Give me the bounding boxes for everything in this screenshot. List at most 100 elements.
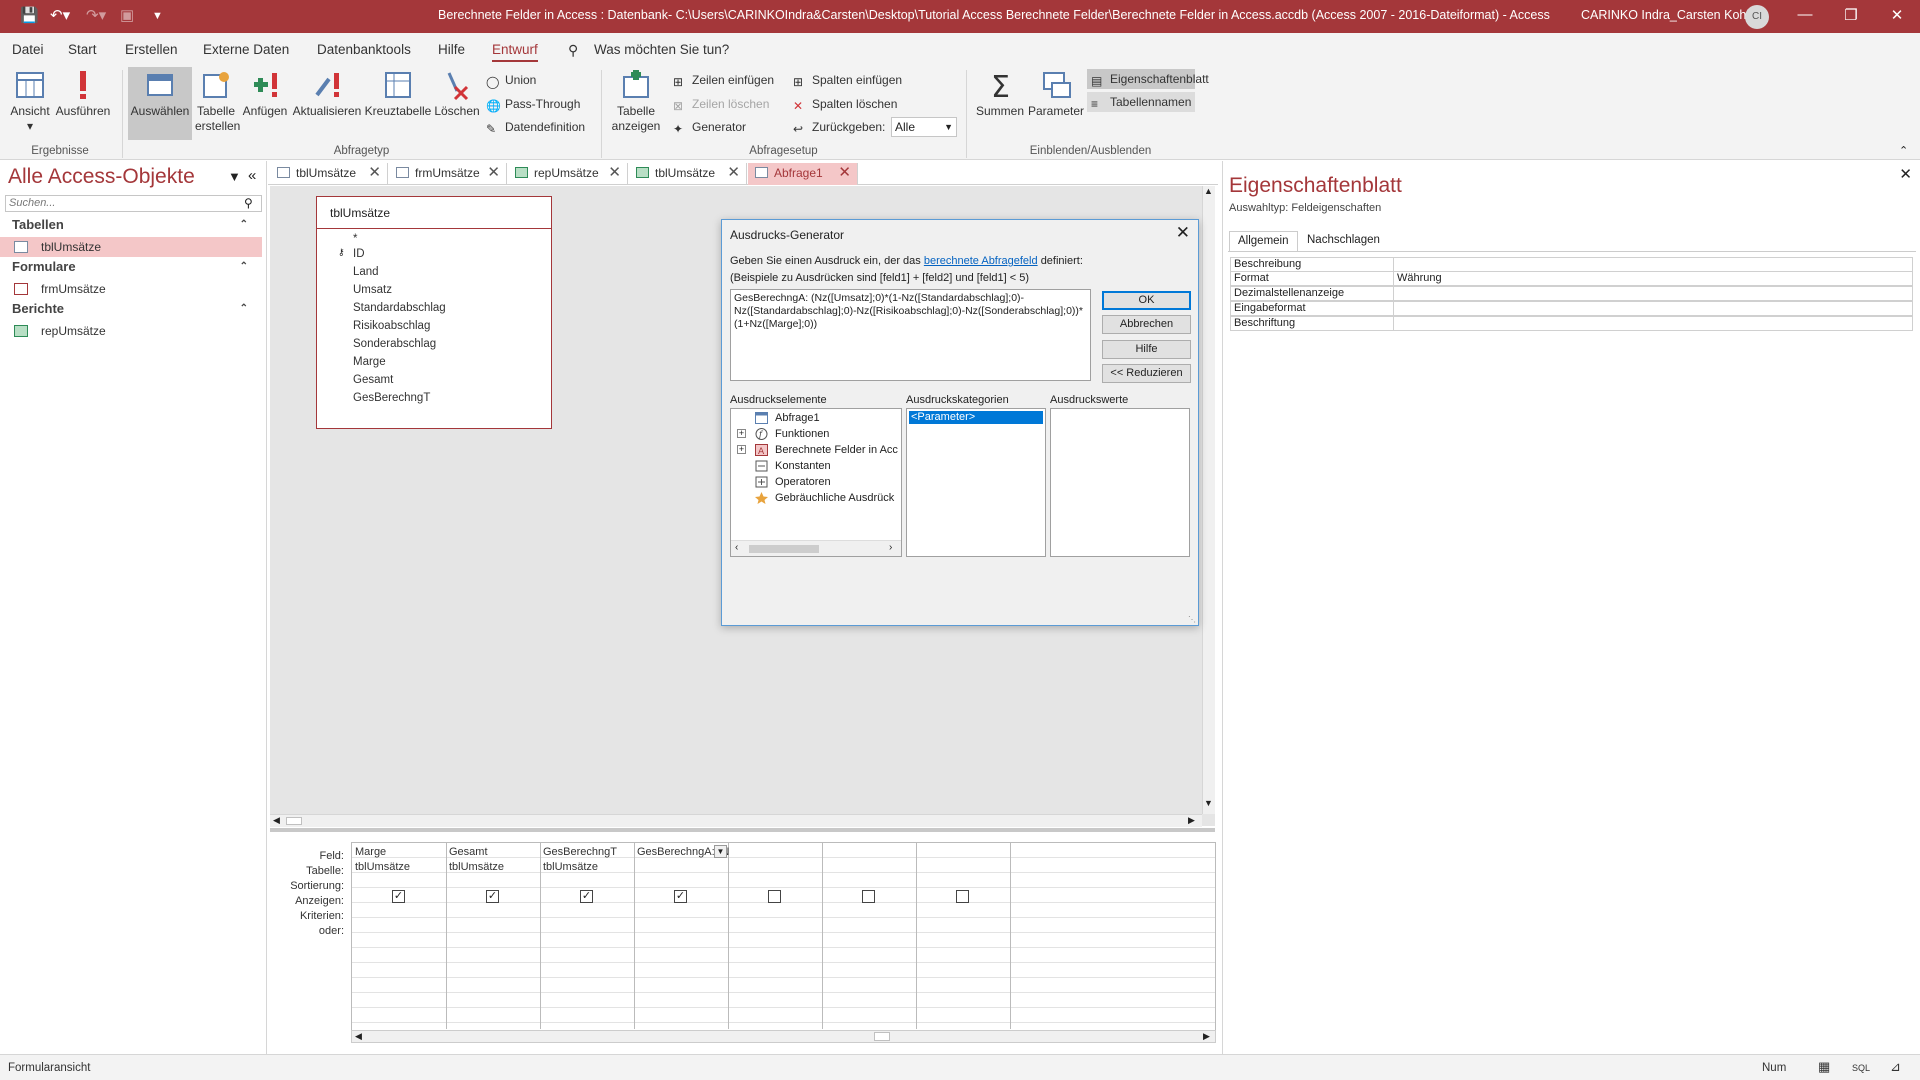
calculated-field-link[interactable]: berechnete Abfragefeld xyxy=(924,255,1038,267)
zurueckgeben-select[interactable]: Alle ▼ xyxy=(891,117,957,137)
values-list[interactable] xyxy=(1050,408,1190,557)
reduzieren-button[interactable]: << Reduzieren xyxy=(1102,364,1191,383)
tab-externe-daten[interactable]: Externe Daten xyxy=(203,42,289,57)
scroll-up-icon[interactable]: ▲ xyxy=(1204,186,1213,196)
grid-cell-field[interactable]: Marge xyxy=(355,846,386,858)
nav-section-tabellen[interactable]: Tabellen ⌃ xyxy=(0,215,262,235)
doc-tab-repumsaetze[interactable]: repUmsätze ✕ xyxy=(508,163,628,185)
ok-button[interactable]: OK xyxy=(1102,291,1191,310)
show-checkbox[interactable] xyxy=(956,890,969,903)
close-dialog-icon[interactable]: ✕ xyxy=(1176,223,1190,243)
close-tab-icon[interactable]: ✕ xyxy=(727,163,740,183)
grid-cell-table[interactable]: tblUmsätze xyxy=(355,861,410,873)
show-checkbox[interactable] xyxy=(862,890,875,903)
chevron-down-icon[interactable]: ▼ xyxy=(714,845,727,858)
doc-tab-frmumsaetze[interactable]: frmUmsätze ✕ xyxy=(389,163,507,185)
resize-grip-icon[interactable]: ⋱ xyxy=(1188,615,1196,624)
nav-section-formulare[interactable]: Formulare ⌃ xyxy=(0,257,262,277)
field-gesamt[interactable]: Gesamt xyxy=(353,374,393,386)
close-tab-icon[interactable]: ✕ xyxy=(838,163,851,183)
scroll-right-icon[interactable]: ▶ xyxy=(1203,1031,1210,1042)
tab-start[interactable]: Start xyxy=(68,42,97,57)
scroll-right-icon[interactable]: › xyxy=(889,542,892,553)
generator-button[interactable]: ✦ Generator xyxy=(673,119,746,136)
tab-datei[interactable]: Datei xyxy=(12,42,44,57)
save-icon[interactable]: 💾 xyxy=(20,6,39,26)
search-icon[interactable]: ⚲ xyxy=(244,196,253,210)
elements-tree[interactable]: Abfrage1 + f Funktionen + A Berechnete F… xyxy=(730,408,902,557)
grid-cell-table[interactable]: tblUmsätze xyxy=(449,861,504,873)
datasheet-view-icon[interactable]: ▦ xyxy=(1818,1059,1830,1075)
union-button[interactable]: ◯ Union xyxy=(486,72,536,89)
field-all[interactable]: * xyxy=(353,233,357,245)
field-land[interactable]: Land xyxy=(353,266,379,278)
grid-horizontal-scrollbar[interactable]: ◀ ▶ xyxy=(351,1030,1216,1043)
hilfe-button[interactable]: Hilfe xyxy=(1102,340,1191,359)
doc-tab-abfrage1[interactable]: Abfrage1 ✕ xyxy=(748,163,858,185)
nav-menu-icon[interactable]: ▼ xyxy=(228,169,241,184)
nav-section-berichte[interactable]: Berichte ⌃ xyxy=(0,299,262,319)
grid-cell-field[interactable]: Gesamt xyxy=(449,846,488,858)
scroll-thumb[interactable] xyxy=(749,545,819,553)
field-marge[interactable]: Marge xyxy=(353,356,386,368)
tabellennamen-button[interactable]: ≡ Tabellennamen xyxy=(1087,92,1195,112)
collapse-ribbon-icon[interactable]: ⌃ xyxy=(1899,144,1908,157)
pass-through-button[interactable]: 🌐 Pass-Through xyxy=(486,96,580,113)
tree-item-database[interactable]: Berechnete Felder in Acc xyxy=(775,444,898,456)
field-id[interactable]: ID xyxy=(353,248,365,260)
tab-hilfe[interactable]: Hilfe xyxy=(438,42,465,57)
datendefinition-button[interactable]: ✎ Datendefinition xyxy=(486,119,585,136)
redo-icon[interactable]: ↷▾ xyxy=(86,6,106,26)
quick-print-icon[interactable]: ▣ xyxy=(120,6,134,26)
show-checkbox[interactable]: ✓ xyxy=(674,890,687,903)
property-row-beschreibung[interactable]: Beschreibung xyxy=(1230,257,1913,272)
scroll-thumb[interactable] xyxy=(286,817,302,825)
show-checkbox[interactable]: ✓ xyxy=(580,890,593,903)
ausfuehren-button[interactable]: Ausführen xyxy=(55,69,111,119)
spalten-loeschen-button[interactable]: ✕ Spalten löschen xyxy=(793,96,897,113)
tree-item-gebraeuchliche-ausdruecke[interactable]: Gebräuchliche Ausdrück xyxy=(775,492,894,504)
doc-tab-tblumsaetze-2[interactable]: tblUmsätze ✕ xyxy=(629,163,747,185)
undo-icon[interactable]: ↶▾ xyxy=(50,6,70,26)
tab-erstellen[interactable]: Erstellen xyxy=(125,42,178,57)
field-sonderabschlag[interactable]: Sonderabschlag xyxy=(353,338,436,350)
show-checkbox[interactable]: ✓ xyxy=(392,890,405,903)
close-tab-icon[interactable]: ✕ xyxy=(608,163,621,183)
doc-tab-tblumsaetze[interactable]: tblUmsätze ✕ xyxy=(270,163,388,185)
tree-item-konstanten[interactable]: Konstanten xyxy=(775,460,831,472)
field-list-title[interactable]: tblUmsätze xyxy=(330,206,390,220)
field-umsatz[interactable]: Umsatz xyxy=(353,284,392,296)
tree-horizontal-scrollbar[interactable]: ‹ › xyxy=(731,540,901,556)
field-standardabschlag[interactable]: Standardabschlag xyxy=(353,302,446,314)
property-row-beschriftung[interactable]: Beschriftung xyxy=(1230,316,1913,331)
auswaehlen-button[interactable]: Auswählen xyxy=(128,67,192,140)
scroll-left-icon[interactable]: ◀ xyxy=(273,815,280,826)
tabelle-erstellen-button[interactable]: Tabelle erstellen xyxy=(195,69,240,134)
expression-textbox[interactable]: GesBerechngA: (Nz([Umsatz];0)*(1-Nz([Sta… xyxy=(730,289,1091,381)
tab-nachschlagen[interactable]: Nachschlagen xyxy=(1299,231,1388,251)
anfuegen-button[interactable]: Anfügen xyxy=(240,69,290,119)
tab-entwurf[interactable]: Entwurf xyxy=(492,42,538,62)
scroll-down-icon[interactable]: ▼ xyxy=(1204,798,1213,808)
close-icon[interactable]: ✕ xyxy=(1882,6,1912,24)
design-view-icon[interactable]: ⊿ xyxy=(1890,1059,1901,1075)
field-gesberechngt[interactable]: GesBerechngT xyxy=(353,392,430,404)
tree-item-operatoren[interactable]: Operatoren xyxy=(775,476,831,488)
scroll-right-icon[interactable]: ▶ xyxy=(1188,815,1195,826)
horizontal-scrollbar[interactable]: ◀ ▶ xyxy=(270,814,1202,827)
parameter-button[interactable]: Parameter xyxy=(1028,69,1084,119)
grid-cell-field[interactable]: GesBerechngT xyxy=(543,846,617,858)
abbrechen-button[interactable]: Abbrechen xyxy=(1102,315,1191,334)
aktualisieren-button[interactable]: Aktualisieren xyxy=(292,69,362,119)
table-field-list[interactable]: tblUmsätze * ⚷ ID Land Umsatz Standardab… xyxy=(316,196,552,429)
close-tab-icon[interactable]: ✕ xyxy=(487,163,500,183)
user-name[interactable]: CARINKO Indra_Carsten Kohl xyxy=(1581,8,1749,22)
nav-item-tblumsaetze[interactable]: tblUmsätze xyxy=(0,237,262,257)
kreuztabelle-button[interactable]: Kreuztabelle xyxy=(364,69,432,119)
tab-allgemein[interactable]: Allgemein xyxy=(1229,231,1298,251)
tree-item-funktionen[interactable]: Funktionen xyxy=(775,428,829,440)
minimize-icon[interactable]: — xyxy=(1790,6,1820,23)
ansicht-button[interactable]: Ansicht ▾ xyxy=(6,69,54,134)
zeilen-einfuegen-button[interactable]: ⊞ Zeilen einfügen xyxy=(673,72,774,89)
expand-icon[interactable]: + xyxy=(737,445,746,454)
